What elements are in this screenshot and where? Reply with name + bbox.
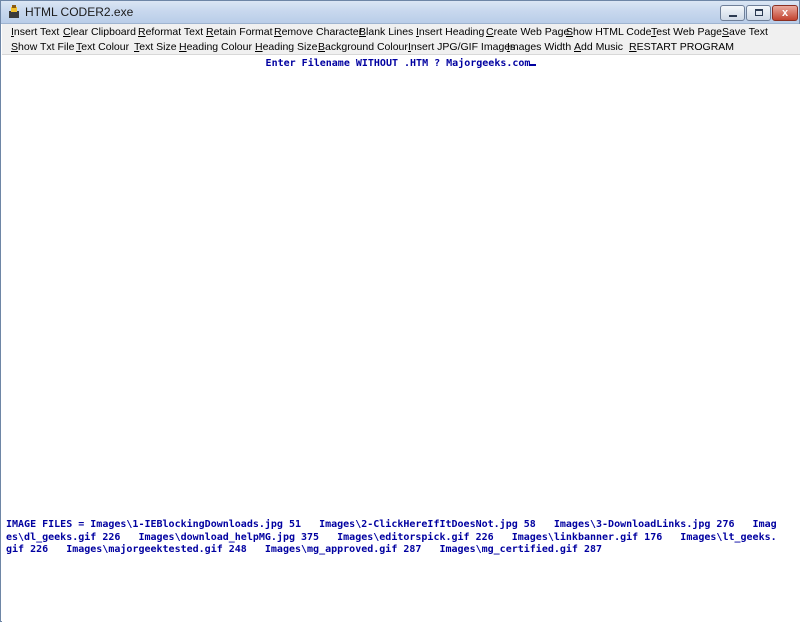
menu-show-txt-file[interactable]: Show Txt File	[11, 40, 74, 55]
menu-remove-character[interactable]: Remove Character	[274, 25, 362, 40]
menu-insert-images[interactable]: Insert JPG/GIF Images	[408, 40, 515, 55]
filename-prompt: Enter Filename WITHOUT .HTM ? Majorgeeks…	[2, 55, 800, 70]
close-button[interactable]: x	[772, 5, 798, 21]
image-files-line: gif 226 Images\majorgeektested.gif 248 I…	[6, 544, 603, 555]
menu-blank-lines[interactable]: Blank Lines	[359, 25, 413, 40]
menu-insert-heading[interactable]: Insert Heading	[416, 25, 484, 40]
filename-prompt-text: Enter Filename WITHOUT .HTM ? Majorgeeks…	[265, 58, 531, 69]
menu-background-colour[interactable]: Background Colour	[318, 40, 408, 55]
menu-reformat-text[interactable]: Reformat Text	[138, 25, 203, 40]
image-files-list: IMAGE FILES = Images\1-IEBlockingDownloa…	[6, 519, 798, 557]
image-files-line: es\dl_geeks.gif 226 Images\download_help…	[6, 531, 777, 543]
menu-heading-colour[interactable]: Heading Colour	[179, 40, 252, 55]
menu-show-html-code[interactable]: Show HTML Code	[566, 25, 651, 40]
title-bar[interactable]: HTML CODER2.exe x	[1, 1, 799, 24]
image-files-line: IMAGE FILES = Images\1-IEBlockingDownloa…	[6, 519, 777, 530]
menu-add-music[interactable]: Add Music	[574, 40, 623, 55]
menu-bar: Insert Text Clear Clipboard Reformat Tex…	[2, 24, 800, 55]
maximize-icon	[755, 9, 763, 16]
menu-text-size[interactable]: Text Size	[134, 40, 177, 55]
minimize-button[interactable]	[720, 5, 745, 21]
console-area[interactable]: Enter Filename WITHOUT .HTM ? Majorgeeks…	[2, 55, 800, 622]
maximize-button[interactable]	[746, 5, 771, 21]
menu-save-text[interactable]: Save Text	[722, 25, 768, 40]
menu-images-width[interactable]: Images Width	[507, 40, 571, 55]
text-cursor	[530, 55, 537, 66]
menu-retain-format[interactable]: Retain Format	[206, 25, 273, 40]
menu-create-web-page[interactable]: Create Web Page	[486, 25, 569, 40]
menu-heading-size[interactable]: Heading Size	[255, 40, 317, 55]
window-title: HTML CODER2.exe	[25, 5, 134, 19]
menu-test-web-page[interactable]: Test Web Page	[651, 25, 722, 40]
menu-insert-text[interactable]: Insert Text	[11, 25, 59, 40]
app-icon	[9, 5, 19, 18]
menu-clear-clipboard[interactable]: Clear Clipboard	[63, 25, 136, 40]
close-icon: x	[781, 7, 789, 19]
menu-restart-program[interactable]: RESTART PROGRAM	[629, 40, 734, 55]
app-window: HTML CODER2.exe x Insert Text Clear Clip…	[0, 0, 800, 622]
menu-text-colour[interactable]: Text Colour	[76, 40, 129, 55]
minimize-icon	[729, 15, 737, 17]
